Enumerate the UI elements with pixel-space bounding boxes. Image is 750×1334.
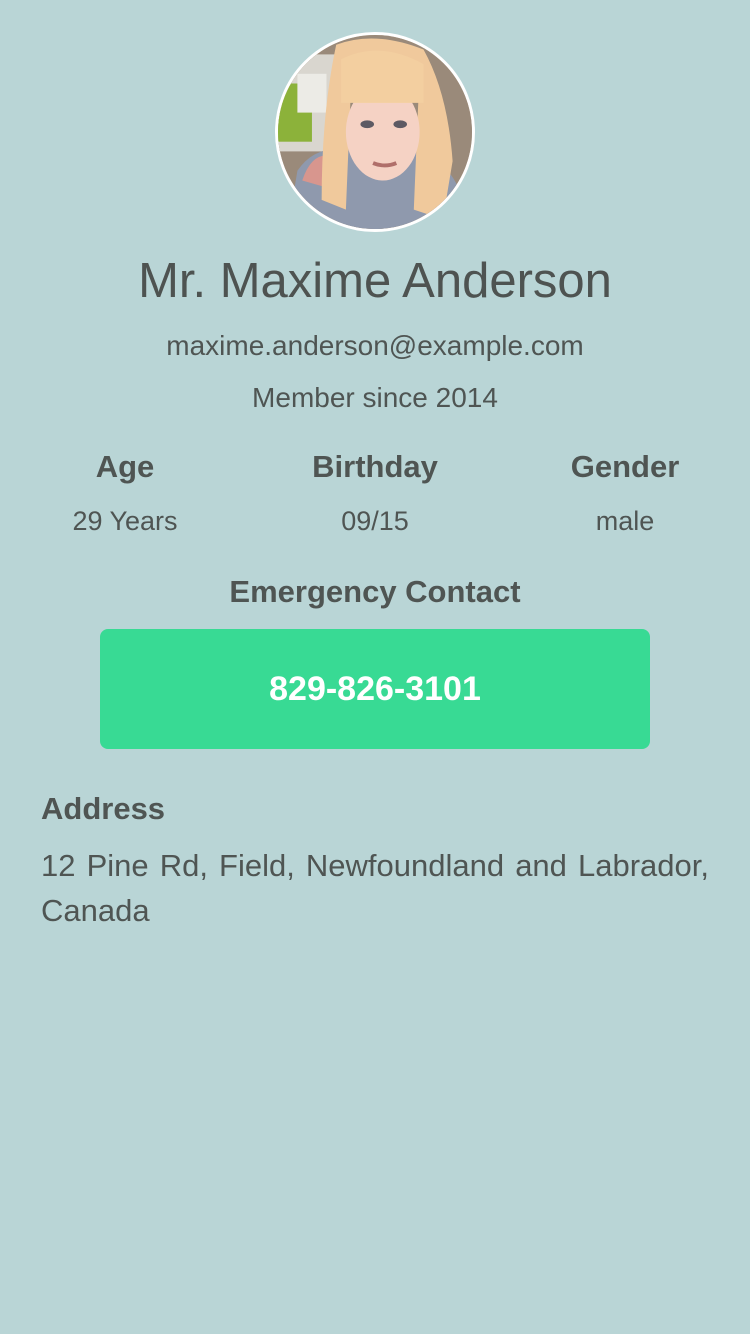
avatar (275, 32, 475, 232)
emergency-contact-title: Emergency Contact (229, 574, 521, 609)
user-name: Mr. Maxime Anderson (138, 254, 612, 308)
stat-gender: Gender male (500, 447, 750, 539)
emergency-phone-button[interactable]: 829-826-3101 (100, 629, 650, 749)
stat-age-value: 29 Years (72, 506, 178, 536)
stat-age-label: Age (95, 449, 155, 484)
stat-birthday-label: Birthday (312, 449, 438, 484)
profile-screen: Mr. Maxime Anderson maxime.anderson@exam… (0, 0, 750, 1334)
address-title: Address (41, 791, 166, 826)
member-since: Member since 2014 (252, 382, 498, 413)
profile-photo-icon (278, 35, 472, 229)
stat-gender-value: male (595, 506, 655, 536)
stat-gender-label: Gender (570, 449, 680, 484)
address-text: 12 Pine Rd, Field, Newfoundland and Labr… (41, 848, 709, 928)
user-email: maxime.anderson@example.com (166, 330, 584, 361)
stat-birthday: Birthday 09/15 (250, 447, 500, 539)
stat-birthday-value: 09/15 (341, 506, 409, 536)
stat-age: Age 29 Years (0, 447, 250, 539)
